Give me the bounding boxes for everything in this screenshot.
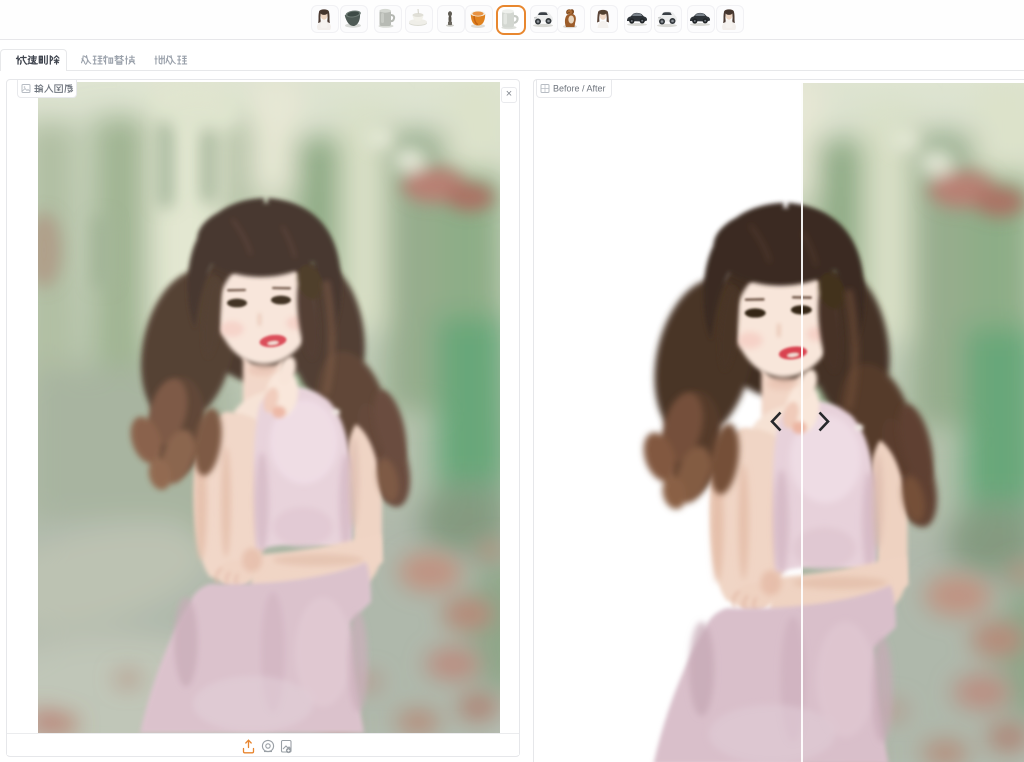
svg-text:Before / After: Before / After <box>553 84 606 94</box>
